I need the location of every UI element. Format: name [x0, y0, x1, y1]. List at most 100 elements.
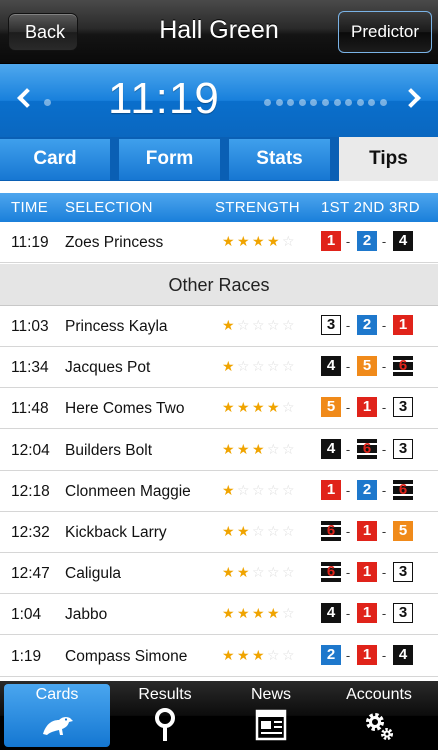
race-time-cell: 11:03: [11, 318, 49, 335]
trap-separator: -: [345, 524, 351, 539]
star-filled-icon: ★: [237, 564, 250, 581]
race-row[interactable]: 12:18 Clonmeen Maggie ★ ☆ ☆ ☆ ☆ 1-2-6: [0, 470, 438, 512]
trap-separator: -: [381, 234, 387, 249]
star-filled-icon: ★: [252, 399, 265, 416]
star-empty-icon: ☆: [237, 481, 250, 498]
race-selection-cell: Jacques Pot: [65, 359, 151, 377]
tabbar-accounts[interactable]: Accounts: [326, 684, 432, 747]
star-filled-icon: ★: [222, 358, 235, 375]
tab-form[interactable]: Form: [119, 139, 220, 180]
predictor-button[interactable]: Predictor: [338, 11, 432, 53]
trap-badge: 3: [393, 397, 413, 418]
trap-badge: 3: [393, 438, 413, 459]
race-time-cell: 11:48: [11, 400, 49, 418]
trap-badge: 2: [357, 479, 377, 500]
strength-rating: ★ ★ ☆ ☆ ☆: [222, 524, 298, 538]
star-filled-icon: ★: [237, 399, 250, 416]
tip-row[interactable]: 11:19 Zoes Princess ★ ★ ★ ★ ☆ 1-2-4: [0, 222, 438, 263]
race-row[interactable]: 12:04 Builders Bolt ★ ★ ★ ☆ ☆ 4-6-3: [0, 429, 438, 471]
tip-selection: Zoes Princess: [65, 234, 164, 251]
tab-tips[interactable]: Tips: [339, 137, 438, 181]
race-selection-cell: Kickback Larry: [65, 524, 167, 541]
star-empty-icon: ☆: [282, 564, 295, 581]
trap-separator: -: [345, 565, 351, 581]
trap-badge: 4: [321, 356, 341, 377]
trap-separator: -: [381, 441, 387, 457]
tab-divider: [0, 181, 438, 193]
star-empty-icon: ☆: [237, 317, 250, 333]
column-headers: TIME SELECTION STRENGTH 1ST 2ND 3RD: [0, 193, 438, 222]
trap-badge: 1: [357, 521, 377, 541]
race-selection-cell: Builders Bolt: [65, 441, 153, 459]
star-filled-icon: ★: [222, 564, 235, 581]
race-selection-cell: Princess Kayla: [65, 318, 168, 335]
race-row[interactable]: 1:19 Compass Simone ★ ★ ★ ☆ ☆ 2-1-4: [0, 635, 438, 677]
race-time-cell: 12:18: [11, 482, 50, 500]
star-empty-icon: ☆: [282, 233, 295, 249]
race-time-cell: 12:04: [11, 441, 50, 459]
predicted-traps: 1-2-6: [321, 479, 421, 502]
race-row[interactable]: 11:34 Jacques Pot ★ ☆ ☆ ☆ ☆ 4-5-6: [0, 347, 438, 389]
pin-icon: [155, 708, 175, 741]
trap-badge: 1: [357, 562, 377, 583]
next-race-arrow-icon[interactable]: [401, 88, 421, 108]
nav-bar: Back Hall Green Predictor: [0, 0, 438, 64]
trap-badge: 5: [321, 397, 341, 418]
race-row[interactable]: 1:04 Jabbo ★ ★ ★ ★ ☆ 4-1-3: [0, 594, 438, 636]
star-empty-icon: ☆: [282, 523, 295, 539]
trap-separator: -: [345, 482, 351, 498]
greyhound-icon: [43, 716, 73, 735]
strength-rating: ★ ★ ★ ★ ☆: [222, 234, 298, 248]
star-filled-icon: ★: [222, 233, 235, 249]
star-filled-icon: ★: [267, 399, 280, 416]
race-time-cell: 12:32: [11, 524, 50, 541]
tabbar-results[interactable]: Results: [112, 684, 218, 747]
race-row[interactable]: 11:48 Here Comes Two ★ ★ ★ ★ ☆ 5-1-3: [0, 388, 438, 430]
race-row[interactable]: 11:03 Princess Kayla ★ ☆ ☆ ☆ ☆ 3-2-1: [0, 306, 438, 347]
trap-badge: 3: [321, 315, 341, 335]
star-filled-icon: ★: [237, 646, 250, 663]
star-filled-icon: ★: [222, 440, 235, 457]
page-dot: [310, 99, 318, 106]
star-empty-icon: ☆: [282, 317, 295, 333]
race-row[interactable]: 12:47 Caligula ★ ★ ☆ ☆ ☆ 6-1-3: [0, 553, 438, 595]
tabbar-news[interactable]: News: [218, 684, 324, 747]
trap-badge: 4: [393, 231, 413, 251]
column-strength: STRENGTH: [215, 199, 300, 216]
star-empty-icon: ☆: [282, 358, 295, 375]
page-dot: [44, 99, 51, 106]
trap-badge: 1: [357, 644, 377, 665]
star-filled-icon: ★: [222, 399, 235, 416]
star-empty-icon: ☆: [252, 317, 265, 333]
predicted-traps: 1-2-4: [321, 231, 421, 253]
star-empty-icon: ☆: [267, 523, 280, 539]
previous-race-arrow-icon[interactable]: [17, 88, 37, 108]
page-dot: [287, 99, 295, 106]
trap-badge: 1: [393, 315, 413, 335]
strength-rating: ★ ★ ★ ★ ☆: [222, 606, 298, 620]
other-races-header: Other Races: [0, 264, 438, 306]
race-row[interactable]: 12:32 Kickback Larry ★ ★ ☆ ☆ ☆ 6-1-5: [0, 512, 438, 553]
trap-badge: 4: [321, 603, 341, 624]
race-time-selector: 11:19: [0, 64, 438, 137]
column-selection: SELECTION: [65, 199, 153, 216]
star-empty-icon: ☆: [267, 317, 280, 333]
tab-stats[interactable]: Stats: [229, 139, 330, 180]
page-dot: [380, 99, 387, 106]
page-dot: [298, 99, 306, 106]
tabbar-cards[interactable]: Cards: [4, 684, 110, 747]
trap-badge: 6: [321, 521, 341, 541]
predicted-traps: 4-1-3: [321, 603, 421, 625]
tab-card[interactable]: Card: [0, 139, 110, 180]
star-filled-icon: ★: [267, 605, 280, 622]
trap-separator: -: [381, 647, 387, 663]
trap-badge: 1: [357, 603, 377, 624]
star-filled-icon: ★: [252, 605, 265, 622]
trap-badge: 4: [321, 438, 341, 459]
predicted-traps: 3-2-1: [321, 315, 421, 337]
strength-rating: ★ ☆ ☆ ☆ ☆: [222, 318, 298, 332]
trap-badge: 3: [393, 562, 413, 583]
star-filled-icon: ★: [222, 605, 235, 622]
star-empty-icon: ☆: [267, 358, 280, 375]
star-empty-icon: ☆: [267, 564, 280, 581]
